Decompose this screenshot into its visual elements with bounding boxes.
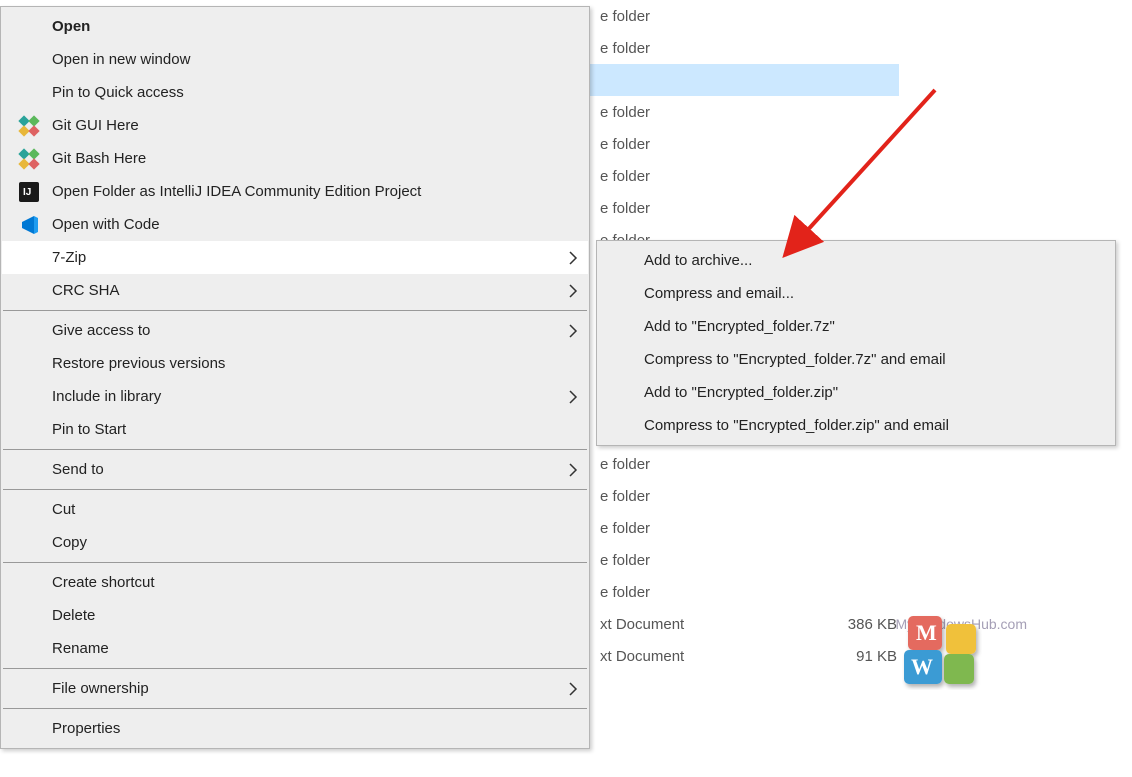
vscode-icon bbox=[18, 214, 40, 236]
menu-separator bbox=[3, 708, 587, 709]
menu-separator bbox=[3, 310, 587, 311]
svg-text:IJ: IJ bbox=[23, 187, 31, 198]
menu-file-ownership[interactable]: File ownership bbox=[2, 672, 588, 705]
menu-include-library[interactable]: Include in library bbox=[2, 380, 588, 413]
svg-text:W: W bbox=[911, 654, 933, 679]
submenu-compress-7z-email[interactable]: Compress to "Encrypted_folder.7z" and em… bbox=[598, 343, 1114, 376]
menu-git-bash[interactable]: Git Bash Here bbox=[2, 142, 588, 175]
menu-open[interactable]: Open bbox=[2, 10, 588, 43]
submenu-add-zip[interactable]: Add to "Encrypted_folder.zip" bbox=[598, 376, 1114, 409]
menu-properties[interactable]: Properties bbox=[2, 712, 588, 745]
git-bash-icon bbox=[18, 148, 40, 170]
menu-git-gui[interactable]: Git GUI Here bbox=[2, 109, 588, 142]
menu-separator bbox=[3, 668, 587, 669]
chevron-right-icon bbox=[569, 390, 578, 404]
chevron-right-icon bbox=[569, 463, 578, 477]
menu-send-to[interactable]: Send to bbox=[2, 453, 588, 486]
menu-open-new-window[interactable]: Open in new window bbox=[2, 43, 588, 76]
submenu-compress-zip-email[interactable]: Compress to "Encrypted_folder.zip" and e… bbox=[598, 409, 1114, 442]
git-gui-icon bbox=[18, 115, 40, 137]
submenu-add-archive[interactable]: Add to archive... bbox=[598, 244, 1114, 277]
context-menu: Open Open in new window Pin to Quick acc… bbox=[0, 6, 590, 749]
menu-delete[interactable]: Delete bbox=[2, 599, 588, 632]
menu-separator bbox=[3, 449, 587, 450]
chevron-right-icon bbox=[569, 682, 578, 696]
menu-copy[interactable]: Copy bbox=[2, 526, 588, 559]
menu-separator bbox=[3, 489, 587, 490]
menu-pin-start[interactable]: Pin to Start bbox=[2, 413, 588, 446]
menu-restore-previous[interactable]: Restore previous versions bbox=[2, 347, 588, 380]
menu-crc-sha[interactable]: CRC SHA bbox=[2, 274, 588, 307]
menu-rename[interactable]: Rename bbox=[2, 632, 588, 665]
chevron-right-icon bbox=[569, 324, 578, 338]
menu-give-access[interactable]: Give access to bbox=[2, 314, 588, 347]
menu-pin-quick-access[interactable]: Pin to Quick access bbox=[2, 76, 588, 109]
menu-separator bbox=[3, 562, 587, 563]
submenu-compress-email[interactable]: Compress and email... bbox=[598, 277, 1114, 310]
submenu-7zip: Add to archive... Compress and email... … bbox=[596, 240, 1116, 446]
watermark-logo-icon: M W bbox=[902, 610, 982, 690]
chevron-right-icon bbox=[569, 284, 578, 298]
svg-text:M: M bbox=[916, 620, 937, 645]
intellij-icon: IJ bbox=[18, 181, 40, 203]
menu-intellij[interactable]: IJ Open Folder as IntelliJ IDEA Communit… bbox=[2, 175, 588, 208]
menu-open-with-code[interactable]: Open with Code bbox=[2, 208, 588, 241]
menu-7zip[interactable]: 7-Zip bbox=[2, 241, 588, 274]
chevron-right-icon bbox=[569, 251, 578, 265]
submenu-add-7z[interactable]: Add to "Encrypted_folder.7z" bbox=[598, 310, 1114, 343]
menu-cut[interactable]: Cut bbox=[2, 493, 588, 526]
menu-create-shortcut[interactable]: Create shortcut bbox=[2, 566, 588, 599]
